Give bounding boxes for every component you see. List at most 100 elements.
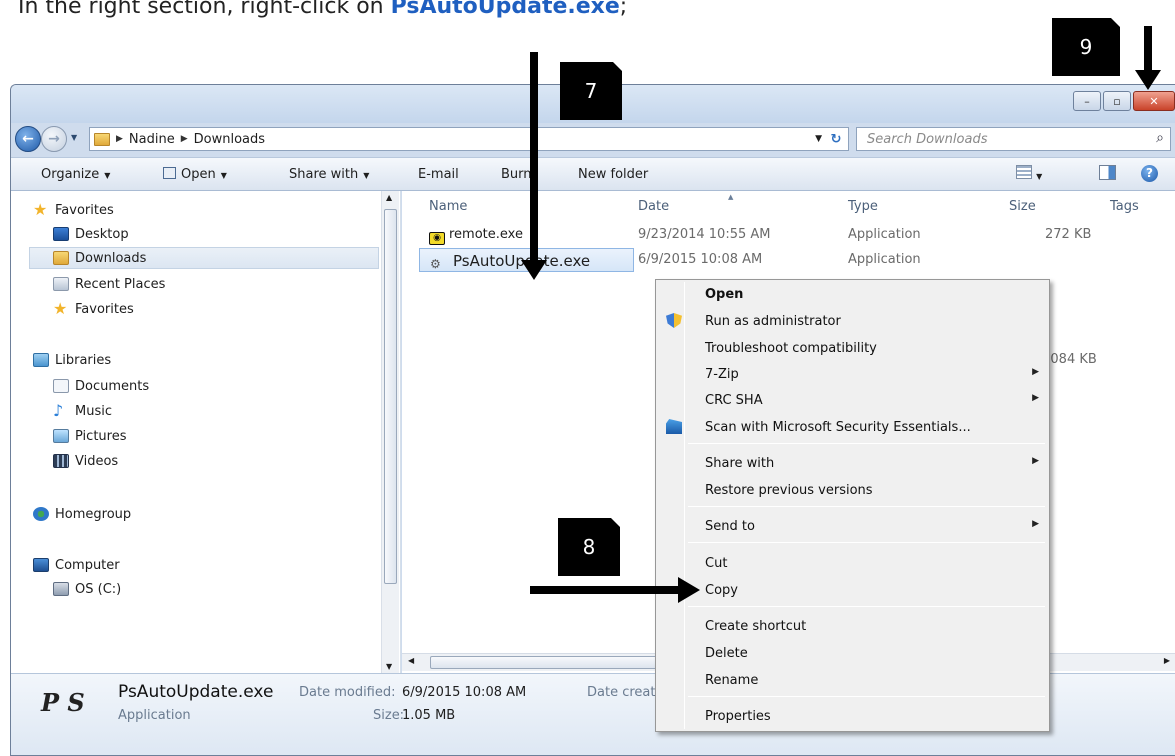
nav-label: Music <box>75 403 112 419</box>
caption-prefix: In the right section, right-click on <box>18 0 391 19</box>
organize-button[interactable]: Organize ▼ <box>41 167 110 182</box>
folder-icon <box>94 132 110 146</box>
menu-separator <box>688 506 1045 507</box>
help-button[interactable]: ? <box>1141 165 1158 182</box>
submenu-arrow-icon: ▶ <box>1032 367 1039 377</box>
back-button[interactable]: ← <box>15 126 41 152</box>
menu-item-open[interactable]: Open <box>658 282 1047 306</box>
scroll-up-icon[interactable]: ▲ <box>386 193 392 202</box>
column-header-size[interactable]: Size <box>1009 199 1036 214</box>
dropdown-icon: ▼ <box>363 171 370 180</box>
address-dropdown-icon[interactable]: ▼ <box>815 134 822 144</box>
nav-computer-header[interactable]: Computer <box>33 554 120 576</box>
maximize-button[interactable]: ▫ <box>1103 91 1131 111</box>
nav-item-downloads[interactable]: Downloads <box>29 247 379 269</box>
minimize-button[interactable]: – <box>1073 91 1101 111</box>
menu-label: Open <box>705 287 744 302</box>
menu-separator <box>688 443 1045 444</box>
menu-separator <box>688 696 1045 697</box>
nav-favorites-header[interactable]: ★ Favorites <box>33 199 114 221</box>
menu-separator <box>688 606 1045 607</box>
details-date-modified: 6/9/2015 10:08 AM <box>402 685 527 700</box>
burn-button[interactable]: Burn <box>501 167 532 182</box>
menu-label: Cut <box>705 556 728 571</box>
nav-item-desktop[interactable]: Desktop <box>53 223 129 245</box>
horizontal-scroll-thumb[interactable] <box>430 656 670 669</box>
breadcrumb-separator-icon[interactable]: ▶ <box>116 134 123 144</box>
menu-item-copy[interactable]: Copy <box>658 578 1047 602</box>
close-button[interactable]: ✕ <box>1133 91 1175 111</box>
share-with-button[interactable]: Share with ▼ <box>289 167 369 182</box>
refresh-icon[interactable]: ↻ <box>826 130 846 148</box>
menu-item-delete[interactable]: Delete <box>658 641 1047 665</box>
breadcrumb-nadine[interactable]: Nadine <box>129 132 175 147</box>
menu-item-cut[interactable]: Cut <box>658 551 1047 575</box>
security-essentials-icon <box>666 419 682 434</box>
nav-homegroup-header[interactable]: Homegroup <box>33 503 131 525</box>
nav-item-favorites[interactable]: ★ Favorites <box>53 298 134 320</box>
email-button[interactable]: E-mail <box>418 167 459 182</box>
menu-item-7zip[interactable]: 7-Zip ▶ <box>658 362 1047 386</box>
open-label: Open <box>181 167 216 182</box>
libraries-icon <box>33 353 49 367</box>
menu-item-rename[interactable]: Rename <box>658 668 1047 692</box>
open-button[interactable]: Open ▼ <box>163 167 227 182</box>
nav-item-documents[interactable]: Documents <box>53 375 149 397</box>
menu-item-send-to[interactable]: Send to ▶ <box>658 514 1047 538</box>
file-date-cell: 6/9/2015 10:08 AM <box>638 252 763 267</box>
breadcrumb-downloads[interactable]: Downloads <box>194 132 265 147</box>
step-8-arrow <box>530 577 700 603</box>
file-type-cell: Application <box>848 227 921 242</box>
menu-label: Copy <box>705 583 738 598</box>
breadcrumb-separator-icon[interactable]: ▶ <box>181 134 188 144</box>
step-7-arrow <box>521 52 547 280</box>
search-icon[interactable]: ⌕ <box>1156 130 1164 146</box>
menu-item-create-shortcut[interactable]: Create shortcut <box>658 614 1047 638</box>
search-input[interactable]: Search Downloads ⌕ <box>856 127 1171 151</box>
menu-item-crc-sha[interactable]: CRC SHA ▶ <box>658 388 1047 412</box>
column-header-date[interactable]: Date <box>638 199 669 214</box>
nav-item-music[interactable]: ♪ Music <box>53 400 112 422</box>
column-header-type[interactable]: Type <box>848 199 878 214</box>
preview-pane-button[interactable] <box>1099 165 1116 184</box>
forward-button[interactable]: → <box>41 126 67 152</box>
menu-item-scan-mse[interactable]: Scan with Microsoft Security Essentials.… <box>658 415 1047 439</box>
menu-label: 7-Zip <box>705 367 739 382</box>
menu-item-troubleshoot[interactable]: Troubleshoot compatibility <box>658 336 1047 360</box>
arrow-right-icon: → <box>48 131 60 147</box>
scroll-left-icon[interactable]: ◀ <box>408 656 414 665</box>
computer-icon <box>33 558 49 572</box>
nav-scroll-thumb[interactable] <box>384 209 397 584</box>
navigation-pane: ★ Favorites Desktop Downloads Recent Plac… <box>11 191 401 673</box>
redacted-area <box>41 599 341 651</box>
nav-label: Computer <box>55 557 120 573</box>
change-view-button[interactable]: ▼ <box>1016 165 1042 183</box>
dropdown-icon: ▼ <box>220 171 227 180</box>
drive-icon <box>53 582 69 596</box>
nav-item-recent-places[interactable]: Recent Places <box>53 273 165 295</box>
column-header-name[interactable]: Name <box>429 199 467 214</box>
documents-icon <box>53 379 69 393</box>
nav-item-videos[interactable]: Videos <box>53 450 118 472</box>
menu-item-restore-versions[interactable]: Restore previous versions <box>658 478 1047 502</box>
menu-label: Share with <box>705 456 775 471</box>
nav-item-os-drive[interactable]: OS (C:) <box>53 578 121 600</box>
step-9-arrow <box>1135 26 1161 90</box>
menu-item-run-as-admin[interactable]: Run as administrator <box>658 309 1047 333</box>
nav-item-pictures[interactable]: Pictures <box>53 425 126 447</box>
menu-item-properties[interactable]: Properties <box>658 704 1047 728</box>
column-header-tags[interactable]: Tags <box>1110 199 1139 214</box>
menu-label: Rename <box>705 673 759 688</box>
nav-scrollbar[interactable]: ▲ ▼ <box>381 191 399 673</box>
nav-label: Favorites <box>55 202 114 218</box>
file-name-cell: ◉ remote.exe <box>429 227 523 245</box>
address-bar[interactable]: ▶ Nadine ▶ Downloads ▼ ↻ <box>89 127 849 151</box>
new-folder-button[interactable]: New folder <box>578 167 648 182</box>
recent-pages-dropdown[interactable]: ▼ <box>71 133 77 142</box>
scroll-down-icon[interactable]: ▼ <box>386 662 392 671</box>
nav-libraries-header[interactable]: Libraries <box>33 349 111 371</box>
menu-item-share-with[interactable]: Share with ▶ <box>658 451 1047 475</box>
scroll-right-icon[interactable]: ▶ <box>1164 656 1170 665</box>
details-size: 1.05 MB <box>402 708 456 723</box>
address-row: ← → ▼ ▶ Nadine ▶ Downloads ▼ ↻ Search Do… <box>11 123 1175 155</box>
